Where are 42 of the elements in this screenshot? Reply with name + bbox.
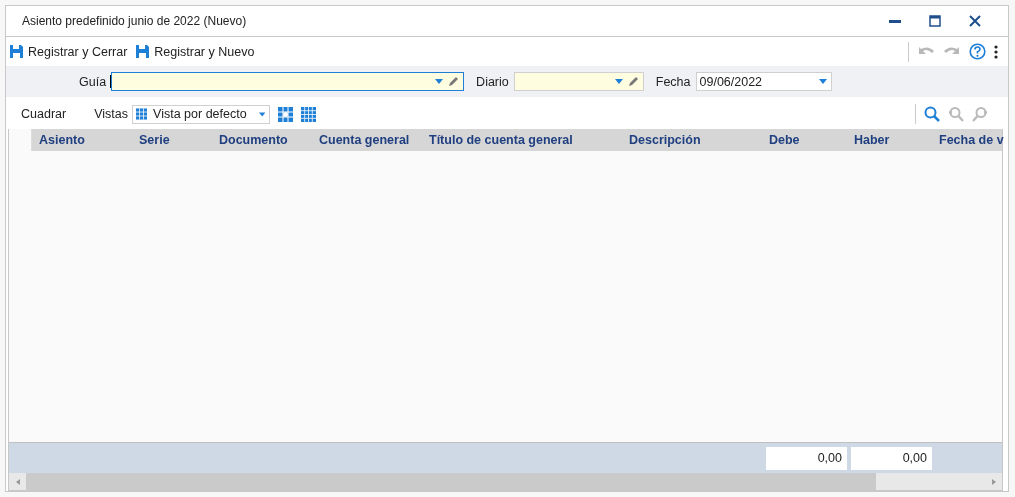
scroll-right-icon[interactable] — [991, 478, 996, 485]
column-header[interactable]: Asiento — [32, 133, 132, 147]
save-icon — [9, 44, 24, 59]
field-label: Diario — [476, 74, 509, 89]
column-header[interactable]: Descripción — [622, 133, 762, 147]
field-label: Fecha — [655, 74, 691, 89]
pencil-icon[interactable] — [627, 76, 639, 87]
dropdown-icon — [614, 79, 623, 84]
column-header[interactable]: Serie — [132, 133, 212, 147]
input-field[interactable]: 09/06/2022 — [695, 72, 832, 91]
window-title: Asiento predefinido junio de 2022 (Nuevo) — [22, 14, 247, 28]
views-label: Vistas — [94, 107, 128, 121]
balance-button[interactable]: Cuadrar — [11, 107, 77, 121]
dropdown-icon — [435, 79, 444, 84]
field-label: Guía — [79, 74, 107, 89]
grid-settings-icon[interactable] — [278, 106, 293, 122]
help-icon[interactable] — [969, 43, 986, 60]
input-field[interactable] — [111, 72, 465, 91]
grid-icon — [136, 107, 148, 121]
maximize-icon[interactable] — [929, 15, 941, 27]
search-icon[interactable] — [924, 106, 940, 122]
dropdown-icon — [818, 79, 827, 84]
column-header[interactable]: Título de cuenta general — [422, 133, 622, 147]
more-icon[interactable] — [994, 44, 998, 59]
pencil-icon[interactable] — [448, 76, 460, 87]
close-icon[interactable] — [969, 15, 981, 27]
column-header[interactable]: Fecha de v — [932, 133, 1002, 147]
column-header[interactable]: Documento — [212, 133, 312, 147]
dropdown-icon — [258, 111, 265, 117]
select-all-cell[interactable] — [9, 129, 32, 151]
column-header[interactable]: Cuenta general — [312, 133, 422, 147]
scroll-left-icon[interactable] — [15, 478, 20, 485]
column-header[interactable]: Haber — [847, 133, 932, 147]
save-icon — [135, 44, 151, 59]
save-button[interactable]: Registrar y Nuevo — [135, 44, 255, 59]
view-select[interactable]: Vista por defecto — [132, 104, 270, 124]
save-button[interactable]: Registrar y Cerrar — [9, 44, 128, 59]
grid-icon[interactable] — [301, 106, 316, 122]
total-field: 0,00 — [851, 446, 932, 470]
total-field: 0,00 — [766, 446, 847, 470]
scrollbar-thumb[interactable] — [26, 473, 876, 490]
column-header[interactable]: Debe — [762, 133, 847, 147]
